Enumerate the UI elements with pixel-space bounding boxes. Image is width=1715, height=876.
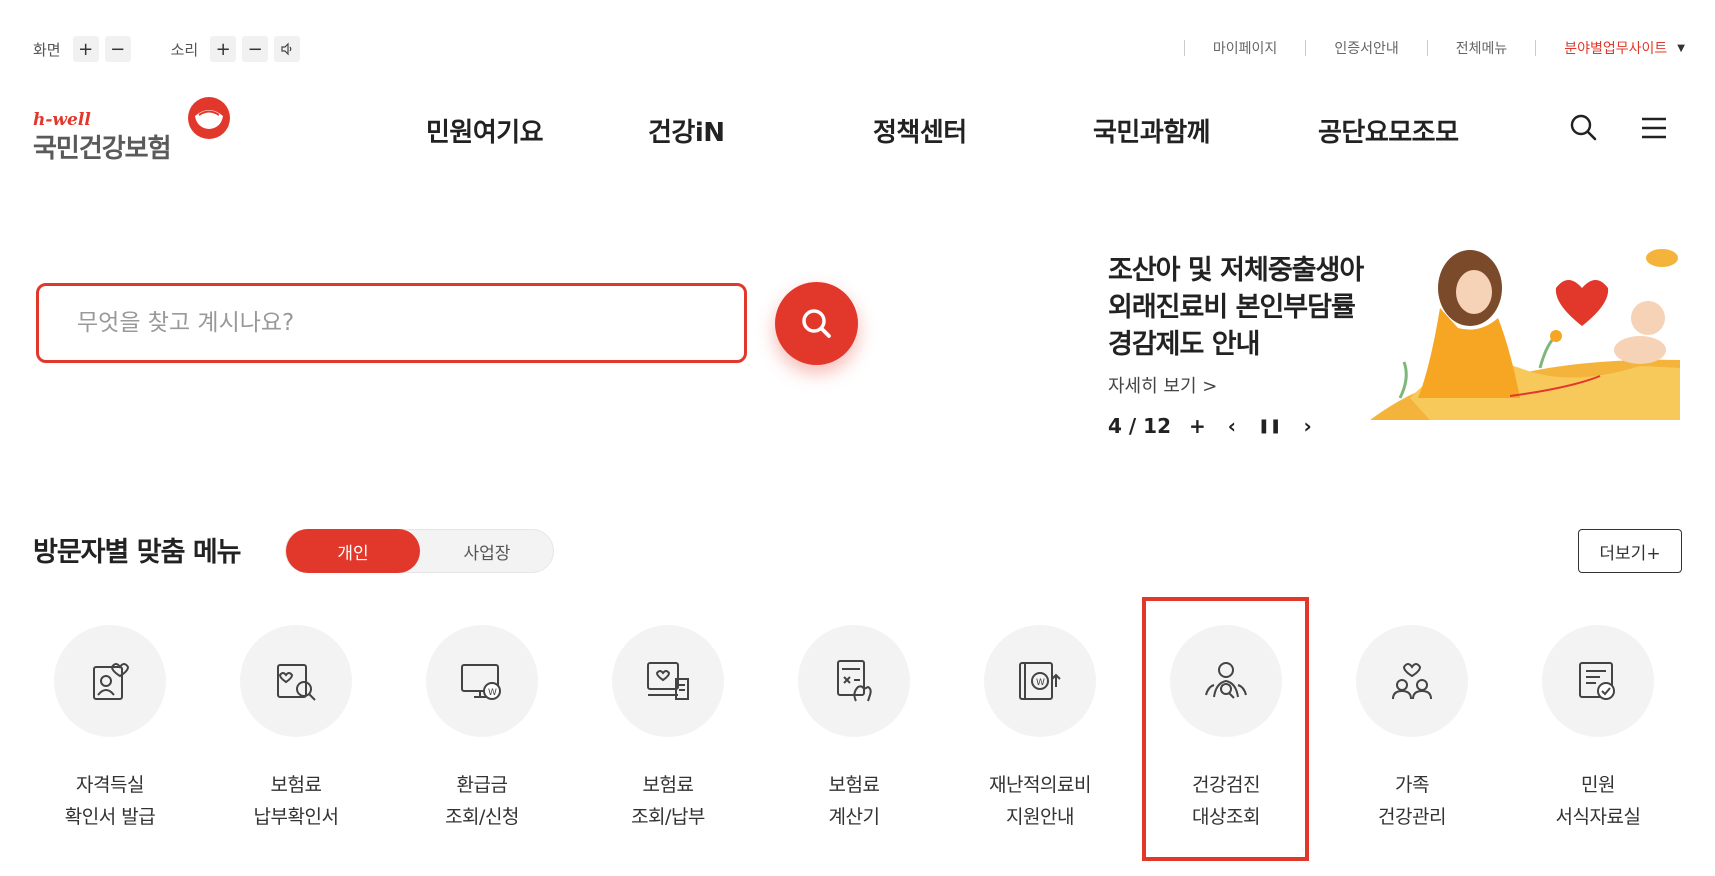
monitor-won-icon: W bbox=[461, 664, 501, 700]
menu-item-label: 민원 bbox=[1581, 774, 1615, 796]
screen-zoom-out-button[interactable]: − bbox=[104, 36, 131, 62]
menu-item-family-health[interactable]: 가족 건강관리 bbox=[1319, 625, 1505, 835]
menu-item-label: 서식자료실 bbox=[1555, 806, 1641, 828]
visitor-menu-title: 방문자별 맞춤 메뉴 bbox=[33, 537, 242, 568]
person-search-icon bbox=[1205, 662, 1247, 699]
nav-policy-center[interactable]: 정책센터 bbox=[873, 112, 967, 149]
menu-item-qualification[interactable]: 자격득실 확인서 발급 bbox=[17, 625, 203, 835]
tab-business[interactable]: 사업장 bbox=[420, 530, 554, 572]
menu-item-premium-payment[interactable]: 보험료 조회/납부 bbox=[575, 625, 761, 835]
search-icon[interactable] bbox=[1567, 112, 1599, 144]
hamburger-menu-icon[interactable] bbox=[1638, 112, 1670, 144]
banner-controls: 4 / 12 + ‹ ❚❚ › bbox=[1108, 414, 1334, 438]
banner-more-link[interactable]: 자세히 보기 > bbox=[1108, 372, 1217, 398]
nav-health-in[interactable]: 건강iN bbox=[648, 112, 725, 149]
all-menu-link[interactable]: 전체메뉴 bbox=[1456, 38, 1508, 58]
menu-item-label: 환급금 bbox=[456, 774, 508, 796]
certificate-guide-link[interactable]: 인증서안내 bbox=[1334, 38, 1398, 58]
banner-next-button[interactable]: › bbox=[1303, 414, 1311, 438]
banner-plus-button[interactable]: + bbox=[1189, 414, 1206, 438]
svg-text:W: W bbox=[1036, 678, 1045, 688]
menu-item-label: 납부확인서 bbox=[253, 806, 339, 828]
family-heart-icon bbox=[1392, 663, 1432, 700]
family-site-select[interactable]: 분야별업무사이트 ▼ bbox=[1564, 38, 1685, 58]
speaker-icon bbox=[281, 42, 292, 56]
menu-item-label: 조회/신청 bbox=[445, 806, 519, 828]
bill-heart-icon bbox=[647, 662, 689, 700]
menu-item-catastrophic-medical[interactable]: W 재난적의료비 지원안내 bbox=[947, 625, 1133, 835]
menu-item-label: 계산기 bbox=[828, 806, 880, 828]
banner-illustration bbox=[1370, 249, 1680, 420]
sound-label: 소리 bbox=[170, 40, 199, 59]
visitor-type-toggle: 개인 사업장 bbox=[285, 529, 554, 573]
search-input[interactable] bbox=[77, 310, 717, 336]
banner-pause-button[interactable]: ❚❚ bbox=[1258, 418, 1281, 434]
tab-personal[interactable]: 개인 bbox=[286, 529, 420, 573]
menu-item-premium-calculator[interactable]: 보험료 계산기 bbox=[761, 625, 947, 835]
nav-civil-service[interactable]: 민원여기요 bbox=[426, 112, 544, 149]
more-button[interactable]: 더보기+ bbox=[1578, 529, 1682, 573]
menu-item-label: 건강관리 bbox=[1378, 806, 1446, 828]
menu-item-label: 확인서 발급 bbox=[64, 806, 156, 828]
screen-zoom-in-button[interactable]: + bbox=[72, 36, 99, 62]
menu-item-label: 재난적의료비 bbox=[989, 774, 1091, 796]
nav-with-citizens[interactable]: 국민과함께 bbox=[1093, 112, 1211, 149]
utility-links: 마이페이지 인증서안내 전체메뉴 분야별업무사이트 ▼ bbox=[1183, 38, 1685, 58]
calculator-hand-icon bbox=[837, 660, 872, 702]
family-site-label: 분야별업무사이트 bbox=[1564, 41, 1668, 57]
caret-down-icon: ▼ bbox=[1677, 42, 1685, 54]
banner-counter: 4 / 12 bbox=[1108, 414, 1171, 438]
sound-down-button[interactable]: − bbox=[242, 36, 269, 62]
banner-prev-button[interactable]: ‹ bbox=[1228, 414, 1236, 438]
document-check-icon bbox=[1579, 662, 1615, 700]
menu-item-label: 보험료 bbox=[828, 774, 880, 796]
menu-item-payment-confirmation[interactable]: 보험료 납부확인서 bbox=[203, 625, 389, 835]
sound-up-button[interactable]: + bbox=[210, 36, 237, 62]
id-card-heart-icon bbox=[93, 663, 130, 700]
menu-item-label: 건강검진 bbox=[1192, 774, 1260, 796]
menu-item-health-checkup[interactable]: 건강검진 대상조회 bbox=[1133, 625, 1319, 835]
menu-item-civil-forms[interactable]: 민원 서식자료실 bbox=[1505, 625, 1691, 835]
document-search-icon bbox=[277, 664, 316, 701]
book-won-icon: W bbox=[1019, 662, 1061, 700]
menu-item-refund[interactable]: W 환급금 조회/신청 bbox=[389, 625, 575, 835]
svg-text:W: W bbox=[488, 688, 497, 698]
menu-item-label: 자격득실 bbox=[76, 774, 144, 796]
menu-item-label: 대상조회 bbox=[1192, 806, 1260, 828]
search-icon bbox=[801, 308, 831, 338]
menu-item-label: 지원안내 bbox=[1006, 806, 1074, 828]
accessibility-controls: 화면 + − 소리 + − bbox=[33, 36, 301, 62]
menu-item-label: 조회/납부 bbox=[631, 806, 705, 828]
search-box bbox=[36, 283, 747, 363]
menu-item-label: 보험료 bbox=[642, 774, 694, 796]
main-navigation: 민원여기요 건강iN 정책센터 국민과함께 공단요모조모 bbox=[0, 112, 1715, 152]
nav-about-nhis[interactable]: 공단요모조모 bbox=[1318, 112, 1459, 149]
speaker-button[interactable] bbox=[274, 36, 301, 62]
screen-size-label: 화면 bbox=[33, 40, 61, 59]
menu-item-label: 가족 bbox=[1395, 774, 1429, 796]
search-button[interactable] bbox=[775, 282, 858, 365]
mypage-link[interactable]: 마이페이지 bbox=[1213, 38, 1277, 58]
menu-item-label: 보험료 bbox=[270, 774, 322, 796]
